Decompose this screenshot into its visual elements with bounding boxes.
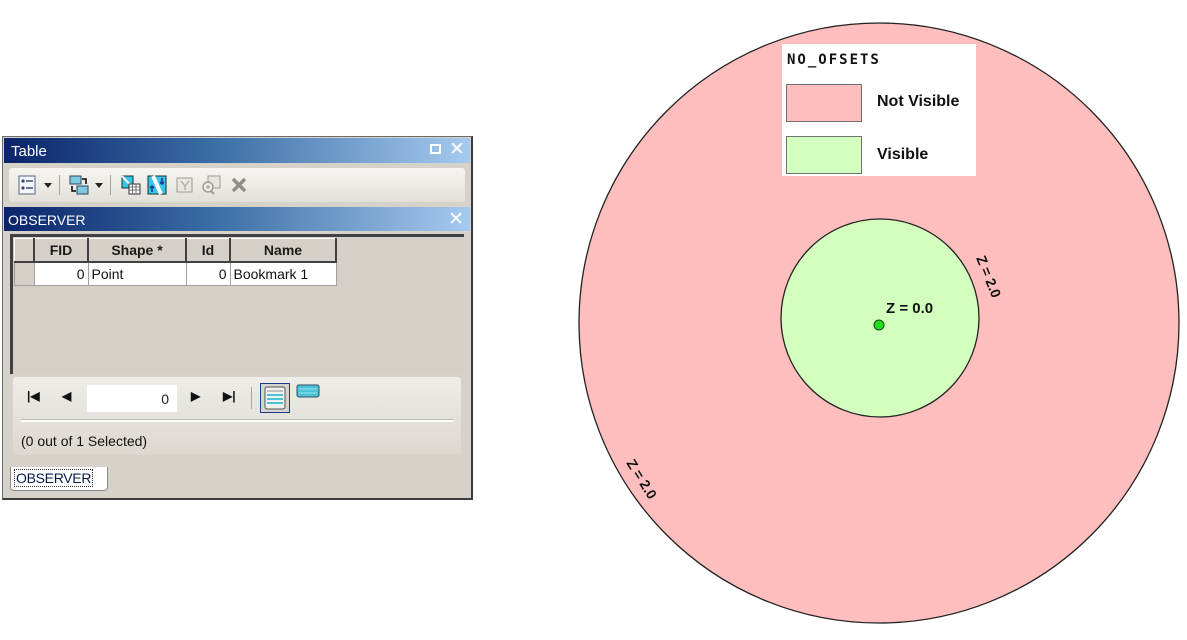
center-elevation-label: Z = 0.0: [886, 300, 933, 317]
legend-swatch-not-visible: [786, 84, 862, 122]
map-legend: NO_OFSETS Not Visible Visible: [782, 44, 976, 176]
legend-label-not-visible: Not Visible: [877, 93, 960, 110]
legend-title: NO_OFSETS: [787, 52, 881, 68]
visible-area: [780, 218, 980, 418]
legend-swatch-visible: [786, 136, 862, 174]
legend-label-visible: Visible: [877, 146, 929, 163]
map-view[interactable]: Z = 0.0 Z = 2.0 Z = 2.0: [0, 0, 1187, 640]
observer-point[interactable]: [873, 319, 885, 331]
